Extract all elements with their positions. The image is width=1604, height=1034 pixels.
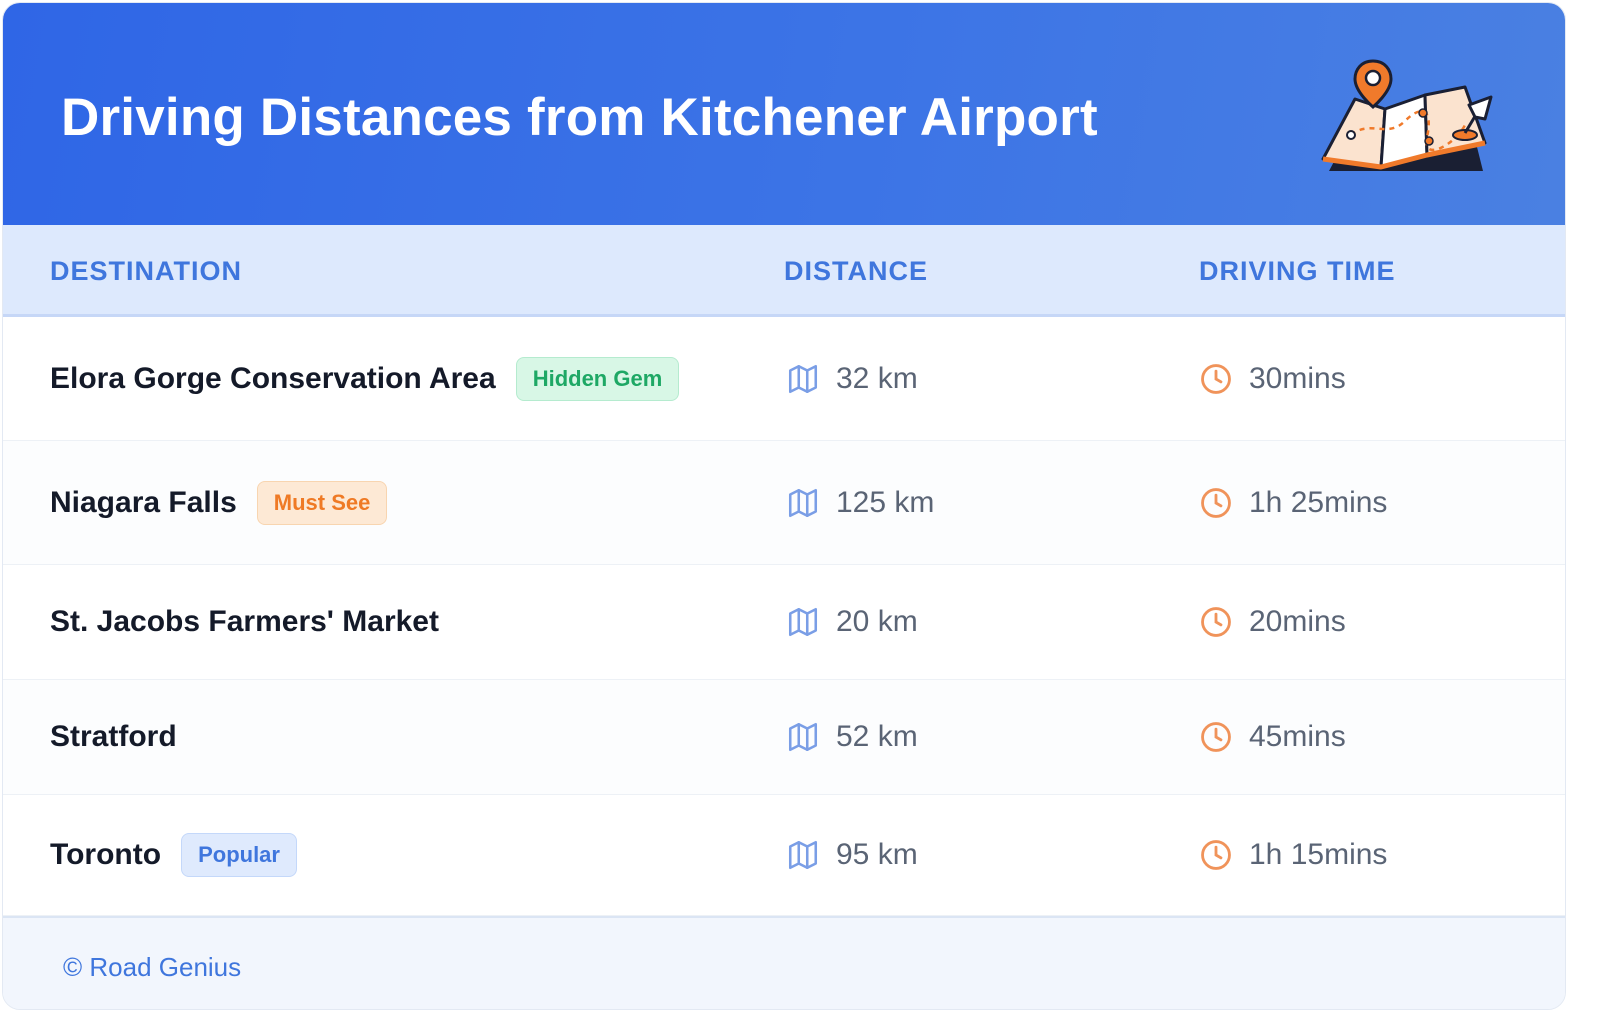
distance-value: 95 km bbox=[836, 838, 918, 871]
distance-value: 20 km bbox=[836, 605, 918, 638]
column-header-destination: DESTINATION bbox=[50, 256, 242, 286]
footer: © Road Genius bbox=[3, 916, 1565, 1009]
distances-card: Driving Distances from Kitchener Airport bbox=[2, 2, 1566, 1010]
destination-name: Stratford bbox=[50, 720, 177, 753]
folded-map-with-pins-icon bbox=[1321, 59, 1493, 171]
destination-name: St. Jacobs Farmers' Market bbox=[50, 605, 439, 638]
clock-icon bbox=[1201, 487, 1231, 518]
popular-badge: Popular bbox=[181, 833, 297, 877]
driving-time-value: 45mins bbox=[1249, 720, 1346, 753]
table-header: DESTINATION DISTANCE DRIVING TIME bbox=[3, 225, 1565, 317]
clock-icon bbox=[1201, 607, 1231, 637]
table-row: Niagara Falls Must See 125 km 1h 25mins bbox=[3, 441, 1565, 565]
map-icon bbox=[788, 607, 818, 637]
map-icon bbox=[788, 364, 818, 393]
destination-name: Toronto bbox=[50, 838, 162, 871]
clock-icon bbox=[1201, 722, 1231, 752]
table-row: Elora Gorge Conservation Area Hidden Gem… bbox=[3, 317, 1565, 441]
driving-time-value: 1h 15mins bbox=[1249, 838, 1388, 871]
copyright-credit: © Road Genius bbox=[63, 952, 242, 982]
must-see-badge: Must See bbox=[256, 480, 388, 525]
page-title: Driving Distances from Kitchener Airport bbox=[61, 88, 1098, 147]
hidden-gem-badge: Hidden Gem bbox=[515, 356, 680, 401]
table-row: St. Jacobs Farmers' Market 20 km 20mins bbox=[3, 565, 1565, 680]
driving-time-value: 1h 25mins bbox=[1249, 485, 1388, 519]
destination-name: Niagara Falls bbox=[50, 485, 237, 519]
distance-value: 52 km bbox=[836, 720, 918, 753]
driving-time-value: 20mins bbox=[1249, 605, 1346, 638]
map-icon bbox=[788, 840, 818, 870]
clock-icon bbox=[1201, 840, 1231, 870]
table-row: Toronto Popular 95 km 1h 15mins bbox=[3, 795, 1565, 916]
map-icon bbox=[788, 722, 818, 752]
distance-value: 125 km bbox=[836, 485, 935, 519]
destination-name: Elora Gorge Conservation Area bbox=[50, 361, 496, 395]
header-banner: Driving Distances from Kitchener Airport bbox=[3, 3, 1565, 225]
column-header-distance: DISTANCE bbox=[784, 256, 929, 286]
distance-value: 32 km bbox=[836, 361, 918, 395]
driving-time-value: 30mins bbox=[1249, 361, 1346, 395]
column-header-driving-time: DRIVING TIME bbox=[1199, 256, 1396, 286]
table-row: Stratford 52 km 45mins bbox=[3, 680, 1565, 795]
clock-icon bbox=[1201, 363, 1231, 394]
map-icon bbox=[788, 488, 818, 517]
